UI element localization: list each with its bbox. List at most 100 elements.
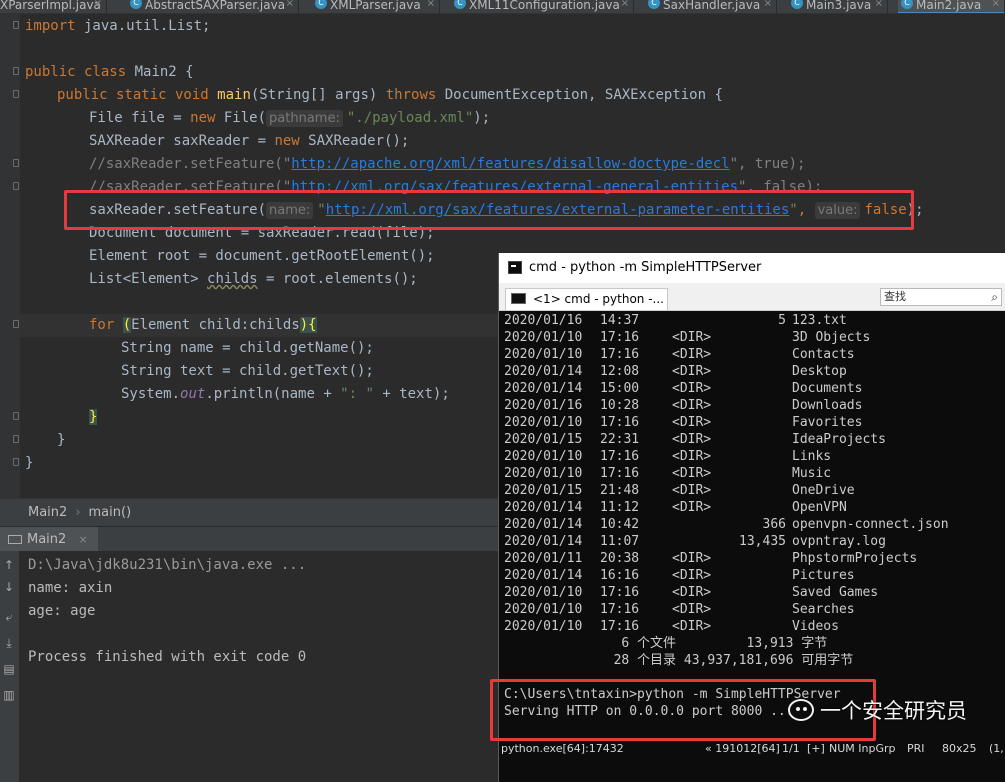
scroll-to-end-icon[interactable]: ⤓ <box>1 635 17 651</box>
breadcrumb-class[interactable]: Main2 <box>28 505 67 520</box>
status-priority: PRI <box>907 742 925 755</box>
close-icon[interactable]: × <box>764 0 772 9</box>
entry-time: 17:16 <box>600 330 640 345</box>
cmd-title-bar[interactable]: cmd - python -m SimpleHTTPServer <box>499 253 1005 283</box>
comment-line: //saxReader.setFeature("http://apache.or… <box>89 153 805 176</box>
warning-underline[interactable]: childs <box>207 271 258 287</box>
class-icon: C <box>648 0 660 9</box>
entry-name: Contacts <box>792 347 855 362</box>
entry-date: 2020/01/14 <box>504 500 583 515</box>
entry-name: OneDrive <box>792 483 855 498</box>
trash-icon[interactable]: ▥ <box>1 687 17 703</box>
entry-time: 17:16 <box>600 415 640 430</box>
code-line: } <box>57 432 66 448</box>
entry-time: 10:28 <box>600 398 640 413</box>
entry-type: <DIR> <box>672 381 712 396</box>
close-icon[interactable]: × <box>621 0 629 9</box>
class-icon: C <box>791 0 803 9</box>
class-icon: C <box>901 0 913 9</box>
comment-text: //saxReader.setFeature(" <box>89 156 292 172</box>
status-size: 80x25 <box>942 742 977 755</box>
code-text: .println(name + <box>205 386 341 402</box>
close-icon[interactable]: × <box>427 0 435 9</box>
entry-date: 2020/01/15 <box>504 432 583 447</box>
entry-name: Saved Games <box>792 585 879 600</box>
code-text: DocumentException, SAXException { <box>436 87 723 103</box>
run-tab[interactable]: Main2 × <box>0 527 98 552</box>
search-input[interactable]: 查找 ⌕ <box>880 288 1002 306</box>
close-icon[interactable]: × <box>875 0 883 9</box>
entry-name: Downloads <box>792 398 863 413</box>
entry-time: 17:16 <box>600 619 640 634</box>
cmd-tab[interactable]: <1> cmd - python -... <box>505 288 668 310</box>
arrow-up-icon[interactable]: ↑ <box>1 557 17 573</box>
entry-name: Music <box>792 466 832 481</box>
console-output: age: age <box>28 603 96 619</box>
keyword: for <box>89 317 115 333</box>
code-line: import java.util.List; <box>25 15 210 38</box>
close-icon[interactable]: × <box>992 0 1000 9</box>
code-line: String text = child.getText(); <box>121 363 374 379</box>
code-text: SAXReader(); <box>299 133 410 149</box>
code-text: SAXReader saxReader = <box>89 133 275 149</box>
entry-date: 2020/01/10 <box>504 466 583 481</box>
wechat-icon <box>788 699 814 721</box>
entry-date: 2020/01/11 <box>504 551 583 566</box>
comment-text: ", true); <box>729 156 806 172</box>
close-icon[interactable]: × <box>78 533 87 546</box>
code-line: } <box>89 406 98 429</box>
code-line: System.out.println(name + ": " + text); <box>121 383 450 406</box>
entry-date: 2020/01/10 <box>504 585 583 600</box>
entry-time: 22:31 <box>600 432 640 447</box>
tab-xmlparser[interactable]: C XMLParser.java × <box>312 0 440 13</box>
entry-type: <DIR> <box>672 585 712 600</box>
tab-main3[interactable]: C Main3.java × <box>788 0 888 13</box>
class-icon: C <box>454 0 466 9</box>
run-toolbar: ↑ ↓ ⤶ ⤓ ▤ ▥ <box>0 551 20 782</box>
matched-brace: } <box>89 409 98 425</box>
entry-date: 2020/01/10 <box>504 449 583 464</box>
status-pages: 1/1 <box>782 742 800 755</box>
arrow-down-icon[interactable]: ↓ <box>1 579 17 595</box>
cmd-window-title: cmd - python -m SimpleHTTPServer <box>529 260 762 275</box>
method-name: main <box>217 87 251 103</box>
code-text: = root.elements(); <box>257 271 418 287</box>
tab-label: XMLParser.java <box>330 0 421 12</box>
entry-size: 5 <box>778 313 786 328</box>
url-link[interactable]: http://apache.org/xml/features/disallow-… <box>291 156 729 172</box>
entry-type: <DIR> <box>672 330 712 345</box>
entry-type: <DIR> <box>672 568 712 583</box>
cmd-tab-bar: <1> cmd - python -... 查找 ⌕ <box>499 283 1005 311</box>
entry-time: 15:00 <box>600 381 640 396</box>
entry-name: OpenVPN <box>792 500 847 515</box>
entry-name: ovpntray.log <box>792 534 886 549</box>
entry-date: 2020/01/10 <box>504 415 583 430</box>
close-icon[interactable]: × <box>286 0 294 9</box>
close-icon[interactable]: × <box>94 0 102 9</box>
print-icon[interactable]: ▤ <box>1 661 17 677</box>
tab-saxhandler[interactable]: C SaxHandler.java × <box>645 0 777 13</box>
tab-abstractsaxparser[interactable]: C AbstractSAXParser.java × <box>127 0 299 13</box>
entry-type: <DIR> <box>672 449 712 464</box>
status-extra: (1, <box>989 742 1004 755</box>
watermark-text: 一个安全研究员 <box>820 699 967 723</box>
entry-time: 17:16 <box>600 449 640 464</box>
entry-type: <DIR> <box>672 483 712 498</box>
search-icon[interactable]: ⌕ <box>991 289 998 305</box>
entry-time: 17:16 <box>600 466 640 481</box>
tab-main2[interactable]: C Main2.java × <box>898 0 1005 13</box>
chevron-right-icon: › <box>75 505 81 520</box>
entry-time: 11:12 <box>600 500 640 515</box>
entry-type: <DIR> <box>672 415 712 430</box>
tab-xml11configuration[interactable]: C XML11Configuration.java × <box>451 0 634 13</box>
entry-time: 16:16 <box>600 568 640 583</box>
entry-date: 2020/01/16 <box>504 398 583 413</box>
entry-time: 17:16 <box>600 602 640 617</box>
breadcrumb-method[interactable]: main() <box>89 505 132 520</box>
console-exit-message: Process finished with exit code 0 <box>28 649 307 665</box>
keyword: throws <box>385 87 437 103</box>
soft-wrap-icon[interactable]: ⤶ <box>1 609 17 625</box>
entry-name: Documents <box>792 381 863 396</box>
code-line: for (Element child:childs){ <box>89 314 317 337</box>
tab-xparserimpl[interactable]: C XParserImpl.java × <box>0 0 107 13</box>
